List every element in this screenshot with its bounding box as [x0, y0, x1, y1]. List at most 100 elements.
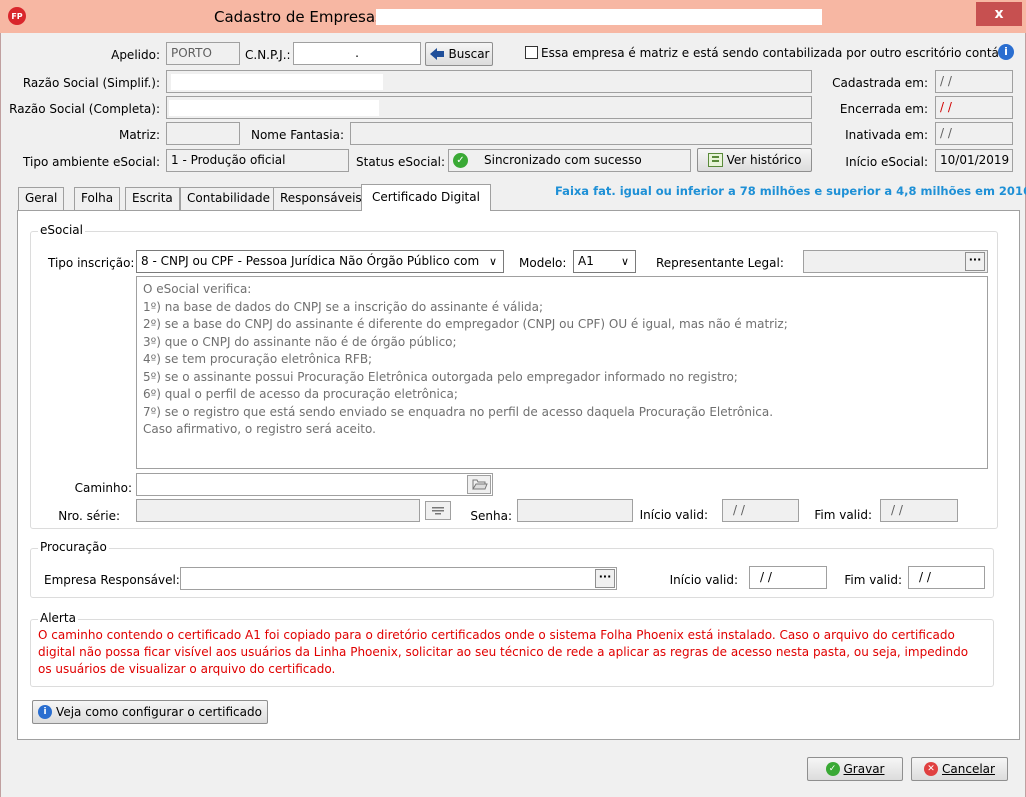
- tipo-inscricao-value: 8 - CNPJ ou CPF - Pessoa Jurídica Não Ór…: [141, 254, 480, 268]
- inativada-field[interactable]: / /: [935, 122, 1013, 145]
- status-label: Status eSocial:: [356, 155, 446, 169]
- chevron-down-icon: ∨: [620, 255, 630, 268]
- gravar-label: Gravar: [843, 762, 885, 776]
- razao-compl-field[interactable]: [166, 96, 812, 119]
- chevron-down-icon: ∨: [485, 251, 501, 272]
- status-field[interactable]: ✓ Sincronizado com sucesso: [448, 149, 691, 172]
- close-button[interactable]: x: [976, 2, 1022, 26]
- cadastrada-label: Cadastrada em:: [832, 76, 928, 90]
- cnpj-label: C.N.P.J.:: [245, 48, 291, 62]
- memo-line: 1º) na base de dados do CNPJ se a inscri…: [143, 299, 544, 314]
- tipo-inscricao-label: Tipo inscrição:: [48, 256, 135, 270]
- modelo-value: A1: [578, 254, 594, 268]
- empresa-resp-lookup-button[interactable]: ···: [595, 569, 615, 588]
- title-bar: FP Cadastro de Empresas x: [0, 0, 1026, 33]
- info-icon: i: [38, 705, 53, 719]
- senha-field[interactable]: [517, 499, 633, 522]
- empresa-resp-field[interactable]: [180, 567, 617, 590]
- encerrada-label: Encerrada em:: [839, 102, 928, 116]
- procuracao-inicio-valid-label: Início valid:: [669, 573, 738, 587]
- inicio-esocial-label: Início eSocial:: [845, 155, 928, 169]
- tipo-ambiente-label: Tipo ambiente eSocial:: [23, 155, 160, 169]
- memo-line: 5º) se o assinante possui Procuração Ele…: [143, 369, 738, 384]
- tab-geral[interactable]: Geral: [18, 187, 65, 210]
- apelido-label: Apelido:: [111, 48, 160, 62]
- veja-label: Veja como configurar o certificado: [56, 705, 262, 719]
- representante-label: Representante Legal:: [656, 256, 784, 270]
- buscar-button[interactable]: Buscar: [425, 42, 493, 66]
- redaction: [169, 100, 379, 116]
- tipo-inscricao-select[interactable]: 8 - CNPJ ou CPF - Pessoa Jurídica Não Ór…: [136, 250, 504, 273]
- faixa-faturamento-text: Faixa fat. igual ou inferior a 78 milhõe…: [555, 184, 1026, 198]
- empresa-resp-label: Empresa Responsável:: [44, 573, 180, 587]
- fim-valid-label: Fim valid:: [814, 508, 872, 522]
- window-title: Cadastro de Empresas: [214, 8, 383, 26]
- list-icon[interactable]: [425, 501, 451, 520]
- procuracao-inicio-valid-field[interactable]: / /: [749, 566, 827, 589]
- esocial-info-memo[interactable]: O eSocial verifica: 1º) na base de dados…: [136, 276, 988, 469]
- check-circle-icon: ✓: [825, 762, 840, 776]
- tab-responsaveis[interactable]: Responsáveis: [273, 187, 369, 210]
- nome-fantasia-field[interactable]: [350, 122, 812, 145]
- encerrada-field[interactable]: / /: [935, 96, 1013, 119]
- tab-folha[interactable]: Folha: [74, 187, 121, 210]
- senha-label: Senha:: [470, 509, 512, 523]
- procuracao-group-title: Procuração: [38, 540, 109, 554]
- alerta-group-title: Alerta: [38, 611, 78, 625]
- inativada-label: Inativada em:: [845, 128, 928, 142]
- nome-fantasia-label: Nome Fantasia:: [250, 128, 344, 142]
- tab-contabilidade[interactable]: Contabilidade: [180, 187, 277, 210]
- representante-field[interactable]: [803, 250, 988, 273]
- cancel-circle-icon: ✕: [924, 762, 939, 776]
- tab-escrita[interactable]: Escrita: [125, 187, 180, 210]
- matriz-checkbox-label: Essa empresa é matriz e está sendo conta…: [541, 46, 1014, 60]
- procuracao-fim-valid-label: Fim valid:: [844, 573, 902, 587]
- tab-certificado-digital[interactable]: Certificado Digital: [361, 184, 491, 211]
- nro-serie-label: Nro. série:: [58, 509, 120, 523]
- memo-line: 7º) se o registro que está sendo enviado…: [143, 404, 774, 419]
- cadastrada-field[interactable]: / /: [935, 70, 1013, 93]
- caminho-label: Caminho:: [74, 481, 132, 495]
- status-value: Sincronizado com sucesso: [484, 153, 642, 167]
- caminho-field[interactable]: [136, 473, 493, 496]
- razao-simpl-field[interactable]: [166, 70, 812, 93]
- search-arrow-icon: [429, 48, 444, 60]
- memo-line: 2º) se a base do CNPJ do assinante é dif…: [143, 317, 788, 331]
- nro-serie-field[interactable]: [136, 499, 420, 522]
- inicio-valid-field[interactable]: / /: [722, 499, 799, 522]
- esocial-group-title: eSocial: [38, 223, 85, 237]
- cnpj-field[interactable]: .: [293, 42, 421, 65]
- fim-valid-field[interactable]: / /: [880, 499, 958, 522]
- modelo-label: Modelo:: [519, 256, 567, 270]
- representante-lookup-button[interactable]: ···: [965, 252, 985, 271]
- inicio-esocial-field[interactable]: 10/01/2019: [935, 149, 1013, 172]
- razao-simpl-label: Razão Social (Simplif.):: [22, 76, 160, 90]
- matriz-label: Matriz:: [118, 128, 160, 142]
- memo-line: Caso afirmativo, o registro será aceito.: [143, 422, 376, 436]
- memo-line: 4º) se tem procuração eletrônica RFB;: [143, 352, 373, 366]
- ver-historico-label: Ver histórico: [726, 153, 802, 167]
- alerta-text: O caminho contendo o certificado A1 foi …: [38, 628, 969, 676]
- apelido-field[interactable]: PORTO: [166, 42, 240, 65]
- modelo-select[interactable]: A1 ∨: [573, 250, 636, 273]
- buscar-label: Buscar: [448, 47, 490, 61]
- tipo-ambiente-field[interactable]: 1 - Produção oficial: [166, 149, 349, 172]
- gravar-button[interactable]: ✓ Gravar: [807, 757, 903, 781]
- folder-open-icon[interactable]: [467, 475, 491, 494]
- memo-line: O eSocial verifica:: [143, 282, 252, 296]
- app-logo-icon: FP: [8, 7, 26, 25]
- redaction: [171, 74, 383, 90]
- cancelar-label: Cancelar: [942, 762, 995, 776]
- title-redaction: [376, 9, 822, 25]
- memo-line: 6º) qual o perfil de acesso da procuraçã…: [143, 387, 458, 401]
- procuracao-fim-valid-field[interactable]: / /: [908, 566, 985, 589]
- matriz-checkbox[interactable]: [525, 46, 538, 59]
- check-circle-icon: ✓: [453, 153, 468, 168]
- matriz-field[interactable]: [166, 122, 240, 145]
- info-icon[interactable]: i: [998, 44, 1014, 60]
- memo-line: 3º) que o CNPJ do assinante não é de órg…: [143, 334, 457, 349]
- cancelar-button[interactable]: ✕ Cancelar: [911, 757, 1008, 781]
- veja-como-configurar-button[interactable]: i Veja como configurar o certificado: [32, 700, 268, 724]
- ver-historico-button[interactable]: Ver histórico: [697, 148, 812, 172]
- razao-compl-label: Razão Social (Completa):: [9, 102, 160, 116]
